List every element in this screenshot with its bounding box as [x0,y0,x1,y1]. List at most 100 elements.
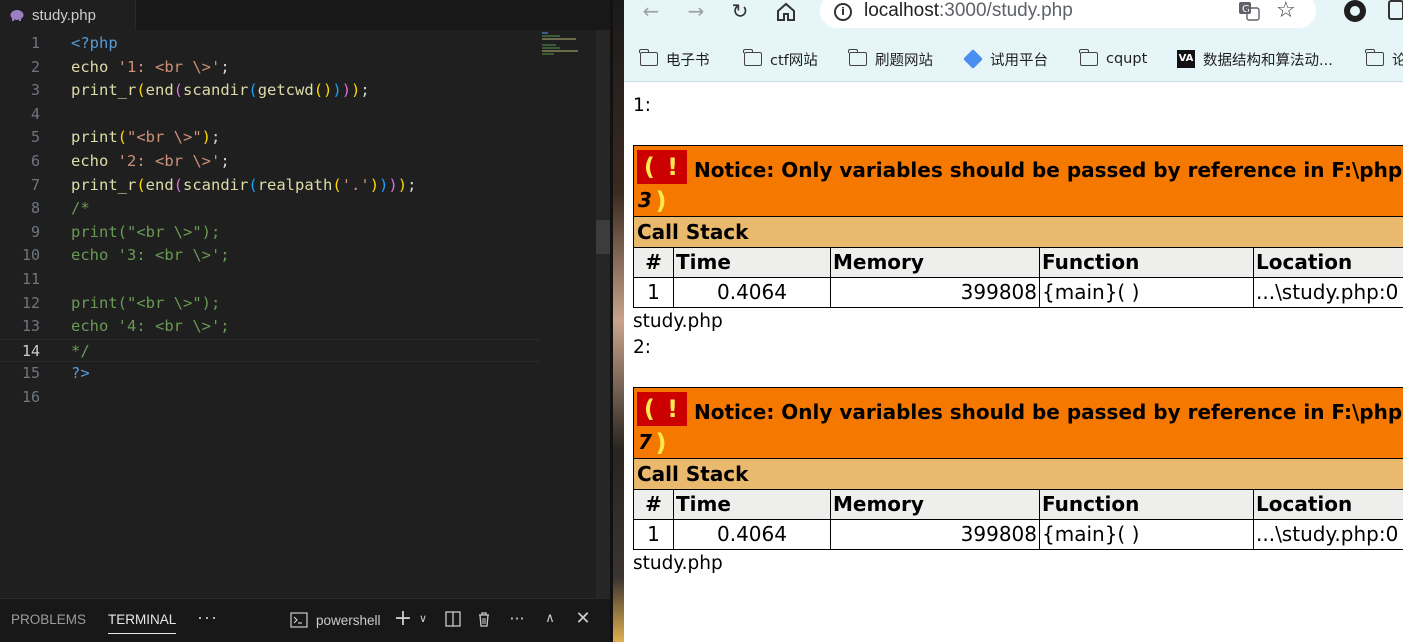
code-line[interactable]: 8 /* [0,197,540,221]
code-token: print("<br \>"); [71,293,221,312]
panel-more-icon[interactable]: ··· [197,607,218,628]
col-header-time: Time [674,490,831,519]
line-source: */ [71,340,90,364]
code-token: print_r [71,175,137,194]
code-line[interactable]: 12 print("<br \>"); [0,292,540,316]
code-area[interactable]: 1 <?php 2 echo '1: <br \>'; 3 print_r(end(sca… [0,32,540,410]
code-token: end [145,175,174,194]
code-line[interactable]: 14 */ [0,338,540,364]
new-terminal-plus-icon[interactable]: + [393,608,413,630]
split-terminal-icon[interactable] [443,609,463,629]
line-source: print("<br \>"); [71,292,220,316]
svg-text:G: G [1242,4,1250,15]
call-stack-header-row: # Time Memory Function Location [633,490,1403,520]
bookmark-item[interactable]: 论 [1365,49,1403,69]
cell-location: ...\study.php:0 [1254,278,1403,307]
folder-icon [639,49,658,66]
code-token: ?> [71,364,90,383]
code-token: ( [136,175,146,194]
line-number: 13 [21,317,40,336]
profile-avatar[interactable] [1344,0,1366,22]
code-token: '1: <br \>' [117,57,221,76]
address-bar[interactable]: i localhost:3000/study.php G ☆ [820,0,1316,28]
call-stack-label: Call Stack [637,462,749,486]
tab-terminal[interactable]: TERMINAL [108,612,177,634]
code-line[interactable]: 2 echo '1: <br \>'; [0,56,540,80]
line-number: 10 [21,246,40,265]
translate-icon[interactable]: G [1238,1,1260,21]
xdebug-notice-2: ( ! ) Notice: Only variables should be p… [633,387,1403,552]
cell-time: 0.4064 [674,520,831,549]
code-token: end [145,81,174,100]
col-header-function: Function [1040,490,1254,519]
forward-arrow-icon[interactable]: → [684,0,708,24]
terminal-icon [290,612,308,628]
output-line-3: 2: [633,337,652,358]
bookmark-item[interactable]: 电子书 [639,49,710,69]
folder-icon [1365,49,1384,66]
panel-overflow-icon[interactable]: ··· [507,609,527,629]
editor-scrollbar[interactable] [596,30,610,598]
editor-scroll-thumb[interactable] [596,220,610,254]
extensions-icon[interactable] [1388,0,1403,20]
code-token: ; [360,81,370,100]
home-icon[interactable] [774,0,798,24]
code-line[interactable]: 9 print("<br \>"); [0,221,540,245]
cell-function: {main}( ) [1040,278,1254,307]
line-number: 6 [30,151,40,170]
line-number: 3 [30,81,40,100]
bookmark-label: 试用平台 [990,52,1048,69]
bookmark-label: 刷题网站 [875,52,933,69]
code-line[interactable]: 3 print_r(end(scandir(getcwd()))); [0,79,540,103]
bookmark-item[interactable]: cqupt [1079,49,1147,69]
code-token: ) [388,175,398,194]
code-line[interactable]: 5 print("<br \>"); [0,126,540,150]
code-line[interactable]: 16 [0,386,540,410]
chevron-down-icon[interactable]: ∨ [413,609,433,629]
line-number: 12 [21,293,40,312]
code-token: getcwd [257,81,314,100]
code-line[interactable]: 10 echo '3: <br \>'; [0,244,540,268]
call-stack-title: Call Stack [633,217,1403,248]
bookmark-label: ctf网站 [770,52,818,69]
code-line[interactable]: 15 ?> [0,362,540,386]
code-line[interactable]: 1 <?php [0,32,540,56]
bookmark-item[interactable]: ctf网站 [743,49,818,69]
back-arrow-icon[interactable]: ← [639,0,663,24]
code-token: /* [71,199,90,218]
maximize-panel-chevron-up-icon[interactable]: ∧ [540,609,560,629]
code-line[interactable]: 13 echo '4: <br \>'; [0,315,540,339]
desktop-background-strip [610,0,624,642]
col-header-time: Time [674,248,831,277]
bookmark-item[interactable]: VA 数据结构和算法动... [1177,49,1333,69]
minimap[interactable] [542,32,582,62]
code-line[interactable]: 6 echo '2: <br \>'; [0,150,540,174]
close-panel-icon[interactable]: ✕ [573,609,593,629]
code-token: ( [248,81,258,100]
code-token: scandir [183,175,249,194]
call-stack-title: Call Stack [633,459,1403,490]
site-info-icon[interactable]: i [834,3,852,21]
bookmark-label: 论 [1392,52,1403,69]
folder-icon [743,49,762,66]
tab-problems[interactable]: PROBLEMS [11,612,86,627]
line-source: echo '1: <br \>'; [71,56,230,80]
line-source: <?php [71,32,118,56]
bookmark-item[interactable]: 刷题网站 [848,49,933,69]
terminal-shell-label[interactable]: powershell [316,613,381,628]
code-token: realpath [257,175,333,194]
code-line[interactable]: 4 [0,103,540,127]
code-token: print [71,128,118,147]
code-line[interactable]: 11 [0,268,540,292]
notice-message: Notice: Only variables should be passed … [694,158,1403,182]
bookmark-label: 电子书 [666,52,710,69]
code-line[interactable]: 7 print_r(end(scandir(realpath('.')))); [0,174,540,198]
code-token: ) [332,81,342,100]
bookmark-star-icon[interactable]: ☆ [1276,0,1296,23]
trash-icon[interactable] [474,609,494,629]
editor-tab-study-php[interactable]: study.php [0,0,136,30]
notice-header: ( ! ) Notice: Only variables should be p… [633,387,1403,459]
bookmark-item[interactable]: 试用平台 [963,49,1048,69]
reload-icon[interactable]: ↻ [728,0,752,24]
